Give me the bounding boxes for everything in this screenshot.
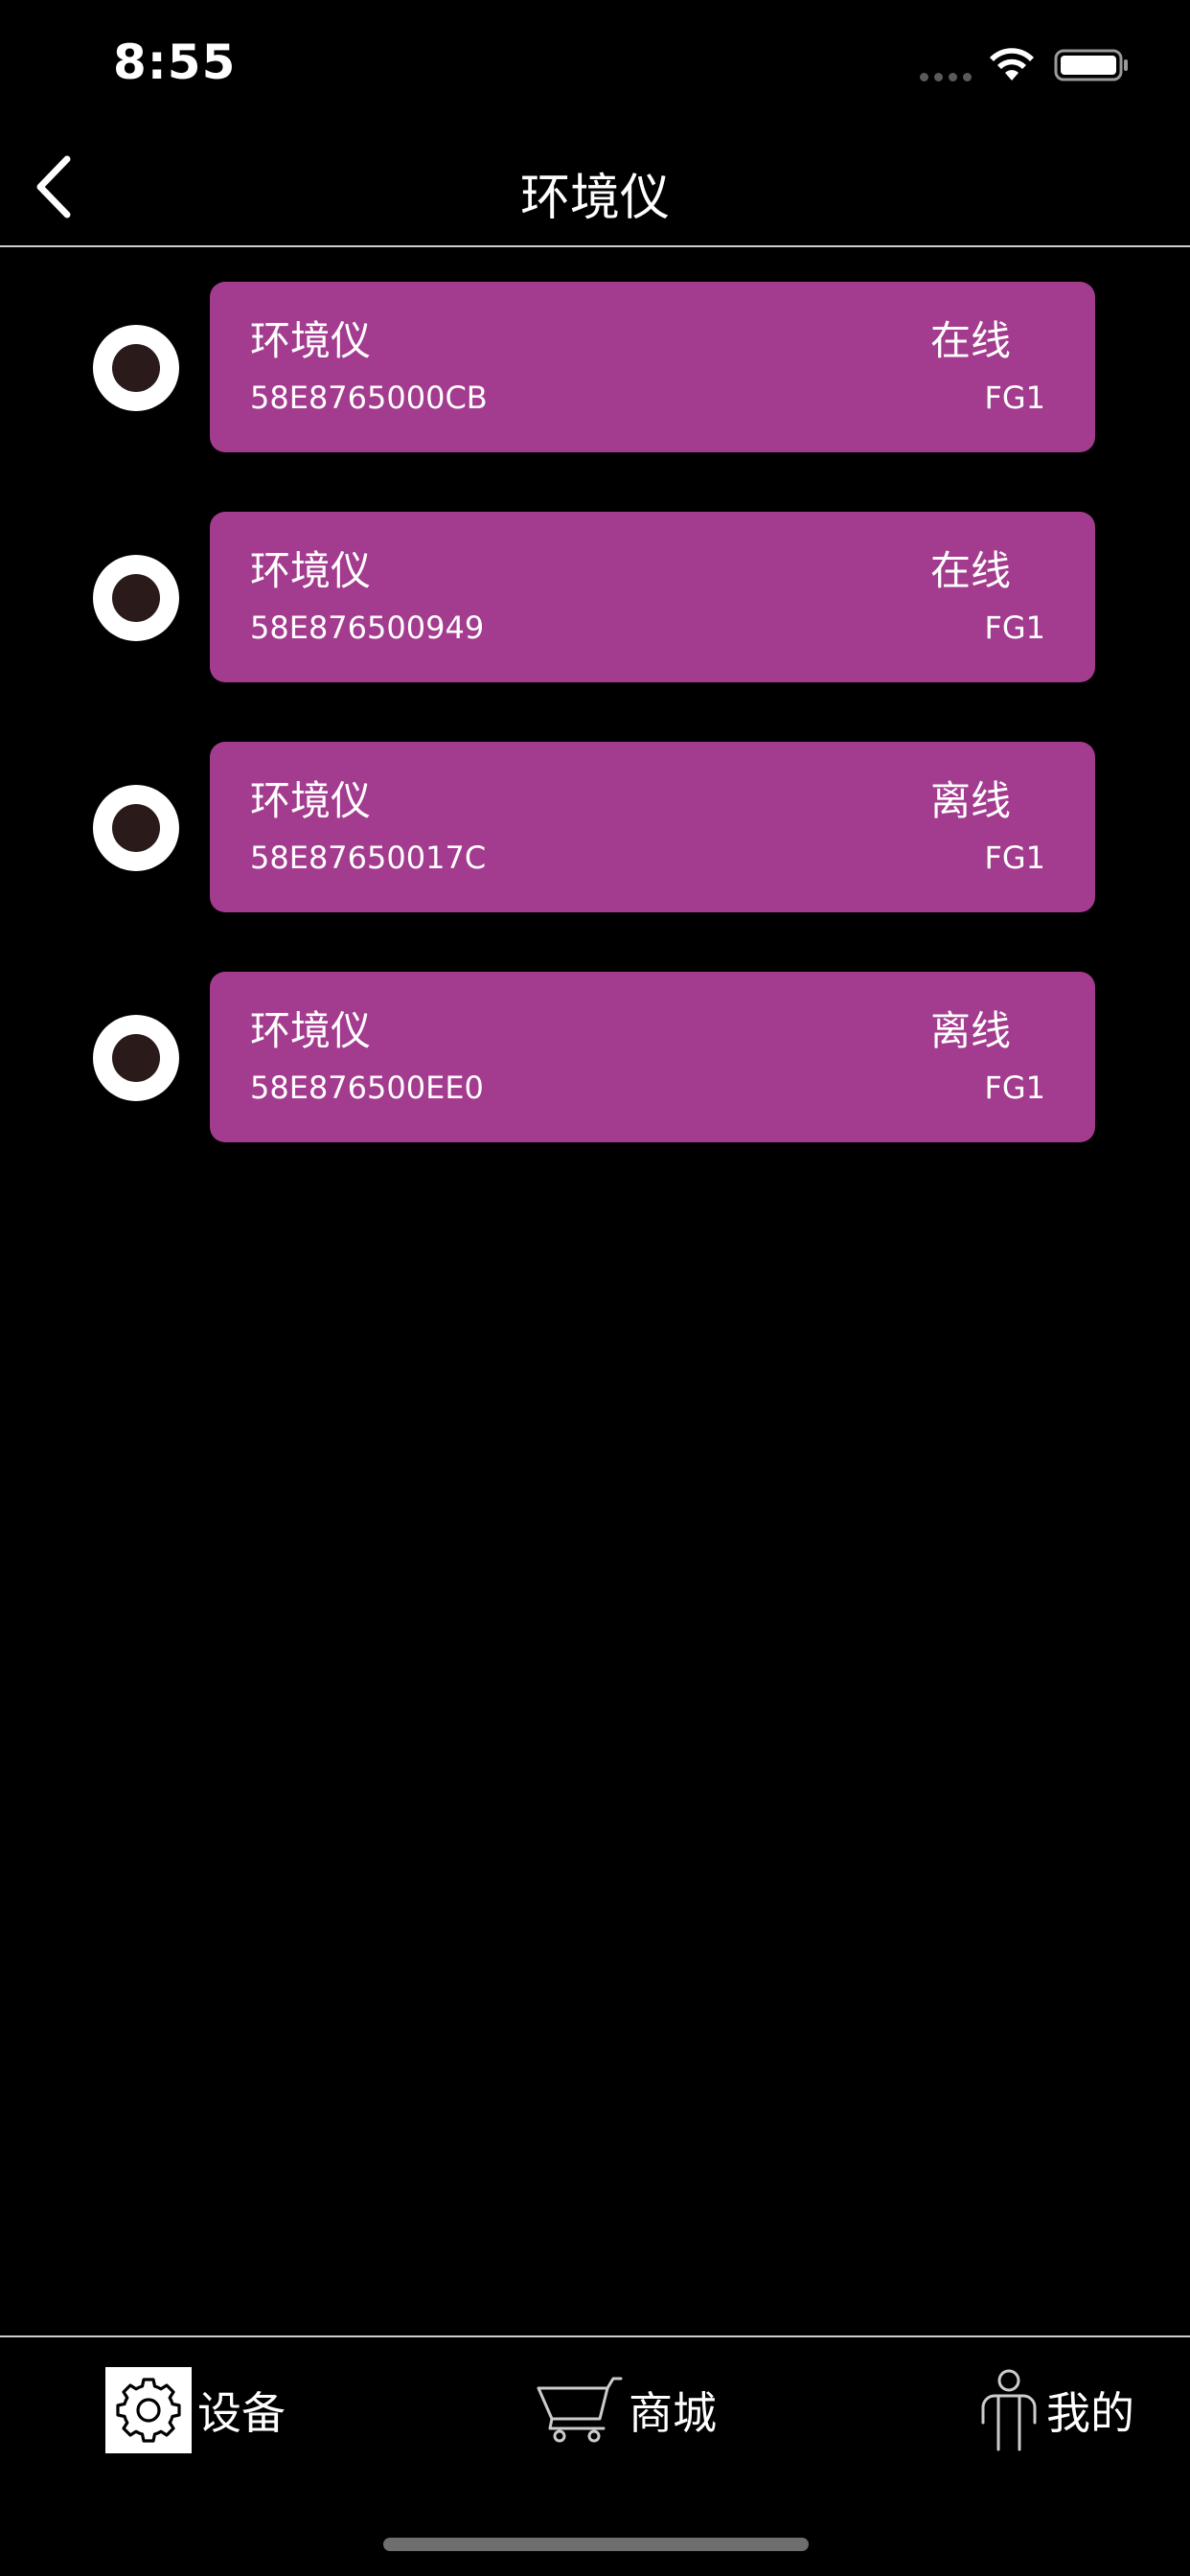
device-name: 环境仪 bbox=[250, 1007, 372, 1054]
device-id: 58E8765000CB bbox=[250, 380, 488, 416]
status-time: 8:55 bbox=[113, 34, 237, 90]
device-model: FG1 bbox=[984, 840, 1045, 876]
device-card[interactable]: 环境仪 离线 58E876500EE0 FG1 bbox=[210, 972, 1095, 1142]
device-radio[interactable] bbox=[93, 785, 179, 871]
device-status: 在线 bbox=[929, 317, 1011, 364]
device-model: FG1 bbox=[984, 1070, 1045, 1106]
person-icon bbox=[981, 2369, 1037, 2451]
cellular-signal-icon bbox=[920, 73, 972, 81]
nav-bar: 环境仪 bbox=[0, 125, 1190, 247]
radio-dot bbox=[112, 344, 160, 392]
device-id: 58E876500949 bbox=[250, 610, 485, 646]
device-model: FG1 bbox=[984, 380, 1045, 416]
status-bar: 8:55 bbox=[0, 0, 1190, 125]
device-radio[interactable] bbox=[93, 1015, 179, 1101]
home-indicator bbox=[383, 2538, 809, 2551]
page-title: 环境仪 bbox=[519, 170, 670, 227]
radio-dot bbox=[112, 574, 160, 622]
device-status: 离线 bbox=[929, 1007, 1011, 1054]
device-radio[interactable] bbox=[93, 555, 179, 641]
device-row: 环境仪 离线 58E876500EE0 FG1 bbox=[0, 972, 1190, 1142]
tab-label: 设备 bbox=[197, 2387, 286, 2439]
device-radio[interactable] bbox=[93, 325, 179, 411]
device-row: 环境仪 离线 58E87650017C FG1 bbox=[0, 742, 1190, 912]
device-name: 环境仪 bbox=[250, 317, 372, 364]
device-name: 环境仪 bbox=[250, 547, 372, 594]
device-name: 环境仪 bbox=[250, 777, 372, 824]
device-row: 环境仪 在线 58E876500949 FG1 bbox=[0, 512, 1190, 682]
wifi-icon bbox=[990, 48, 1034, 80]
device-status: 离线 bbox=[929, 777, 1011, 824]
tab-devices[interactable]: 设备 bbox=[105, 2364, 286, 2456]
tab-label: 我的 bbox=[1046, 2387, 1134, 2439]
device-id: 58E87650017C bbox=[250, 840, 487, 876]
device-card[interactable]: 环境仪 在线 58E876500949 FG1 bbox=[210, 512, 1095, 682]
device-row: 环境仪 在线 58E8765000CB FG1 bbox=[0, 282, 1190, 452]
battery-icon bbox=[1054, 49, 1128, 81]
device-card[interactable]: 环境仪 离线 58E87650017C FG1 bbox=[210, 742, 1095, 912]
radio-dot bbox=[112, 1034, 160, 1082]
device-model: FG1 bbox=[984, 610, 1045, 646]
device-card[interactable]: 环境仪 在线 58E8765000CB FG1 bbox=[210, 282, 1095, 452]
gear-icon bbox=[105, 2367, 192, 2453]
device-id: 58E876500EE0 bbox=[250, 1070, 484, 1106]
tab-store[interactable]: 商城 bbox=[537, 2364, 717, 2456]
cart-icon bbox=[537, 2377, 623, 2443]
radio-dot bbox=[112, 804, 160, 852]
tab-mine[interactable]: 我的 bbox=[977, 2364, 1134, 2456]
device-list: 环境仪 在线 58E8765000CB FG1 环境仪 在线 58E876500… bbox=[0, 282, 1190, 1202]
device-status: 在线 bbox=[929, 547, 1011, 594]
tab-label: 商城 bbox=[629, 2387, 717, 2439]
